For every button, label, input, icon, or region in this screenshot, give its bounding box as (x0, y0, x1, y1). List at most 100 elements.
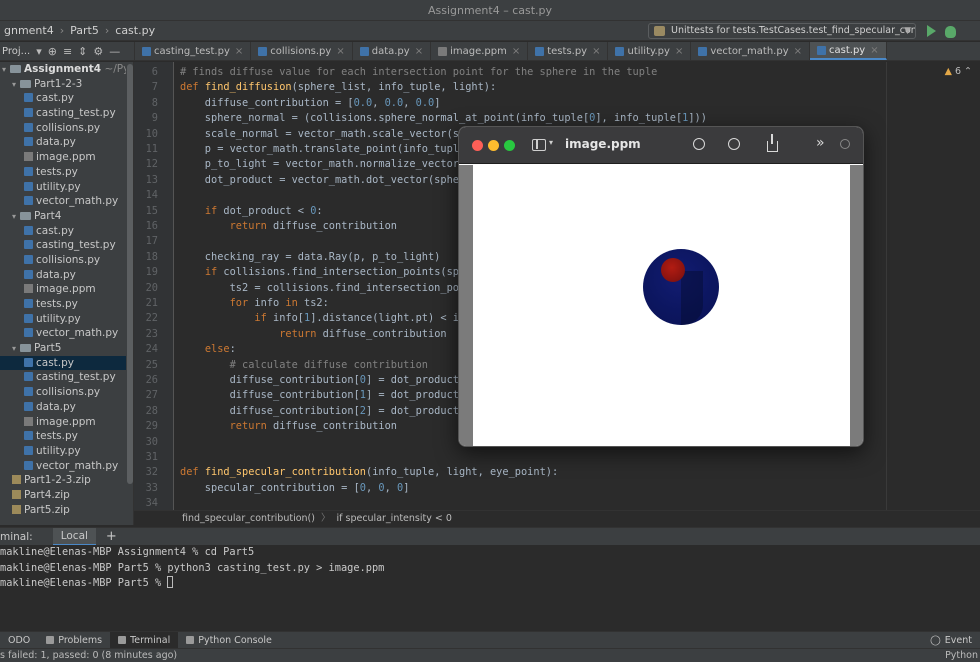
tab-image-ppm[interactable]: image.ppm × (431, 42, 529, 60)
tree-file[interactable]: data.py (0, 268, 126, 283)
tool-terminal[interactable]: Terminal (110, 631, 179, 649)
tab-tests[interactable]: tests.py × (528, 42, 609, 60)
chevron-down-icon[interactable]: ▾ (12, 78, 20, 93)
close-icon[interactable]: × (512, 46, 520, 57)
run-configuration-select[interactable]: Unittests for tests.TestCases.test_find_… (648, 23, 916, 39)
code-line[interactable]: 8 diffuse_contribution = [0.0, 0.0, 0.0] (134, 96, 980, 111)
hide-icon[interactable]: — (109, 45, 120, 58)
expand-all-icon[interactable]: ⇕ (78, 45, 87, 58)
tree-file[interactable]: Part5.zip (0, 503, 126, 518)
project-tool-header: Proj... ▾ ⊕ ≡ ⇕ ⚙ — (0, 42, 135, 60)
close-icon[interactable]: × (870, 45, 878, 56)
dropdown-arrow-icon[interactable]: ▾ (36, 45, 42, 58)
interpreter-status[interactable]: Python (945, 649, 978, 662)
tool-python-console[interactable]: Python Console (178, 635, 280, 646)
tree-file[interactable]: vector_math.py (0, 459, 126, 474)
close-icon[interactable]: × (675, 46, 683, 57)
tree-file[interactable]: casting_test.py (0, 370, 126, 385)
tree-file[interactable]: data.py (0, 400, 126, 415)
tab-vector-math[interactable]: vector_math.py × (691, 42, 811, 60)
close-icon[interactable]: × (235, 46, 243, 57)
tree-file[interactable]: Part4.zip (0, 488, 126, 503)
tab-collisions[interactable]: collisions.py × (251, 42, 353, 60)
terminal-tab-local[interactable]: Local (52, 527, 96, 546)
tree-file[interactable]: utility.py (0, 444, 126, 459)
tree-file[interactable]: collisions.py (0, 121, 126, 136)
tree-file[interactable]: cast.py (0, 224, 126, 239)
tree-folder[interactable]: ▾ Part5 (0, 341, 126, 356)
close-icon[interactable]: × (592, 46, 600, 57)
code-line[interactable]: 7 def find_diffusion(sphere_list, info_tu… (134, 80, 980, 95)
tree-file[interactable]: image.ppm (0, 150, 126, 165)
zoom-window-button[interactable] (504, 140, 515, 151)
tree-file[interactable]: tests.py (0, 429, 126, 444)
close-icon[interactable]: × (336, 46, 344, 57)
tree-folder[interactable]: ▾ Part4 (0, 209, 126, 224)
tree-file[interactable]: data.py (0, 135, 126, 150)
run-icon[interactable] (927, 25, 936, 37)
minimize-window-button[interactable] (488, 140, 499, 151)
tree-file[interactable]: Part1-2-3.zip (0, 473, 126, 488)
tree-file[interactable]: vector_math.py (0, 326, 126, 341)
tab-utility[interactable]: utility.py × (608, 42, 692, 60)
share-icon[interactable] (767, 134, 778, 152)
tree-file[interactable]: collisions.py (0, 253, 126, 268)
tree-file[interactable]: image.ppm (0, 415, 126, 430)
code-line[interactable]: 6 # finds diffuse value for each intersec… (134, 65, 980, 80)
tree-file[interactable]: cast.py (0, 355, 126, 371)
chevron-down-icon[interactable]: ▾ (12, 210, 20, 225)
tab-cast[interactable]: cast.py × (810, 42, 887, 60)
project-tree-scrollbar[interactable] (126, 62, 134, 525)
code-line[interactable]: 31 (134, 450, 980, 465)
collapse-all-icon[interactable]: ≡ (63, 45, 72, 58)
warnings-badge[interactable]: ▲ 6 ⌃ (945, 66, 972, 77)
line-number: 23 (145, 327, 158, 340)
sidebar-toggle-icon[interactable] (532, 139, 546, 151)
code-line[interactable]: 33 specular_contribution = [0, 0, 0] (134, 481, 980, 496)
tree-file[interactable]: tests.py (0, 165, 126, 180)
tree-file[interactable]: tests.py (0, 297, 126, 312)
chevron-down-icon[interactable]: ▾ (12, 342, 20, 357)
more-tools-icon[interactable]: » (816, 135, 825, 151)
zoom-in-icon[interactable] (728, 138, 740, 150)
chevron-up-icon[interactable]: ⌃ (964, 66, 972, 77)
tree-root[interactable]: ▾Assignment4 ~/Pycharm (0, 62, 126, 77)
zoom-out-icon[interactable] (693, 138, 705, 150)
breadcrumb-folder[interactable]: Part5 (66, 24, 103, 37)
gear-icon[interactable]: ⚙ (93, 45, 103, 58)
breadcrumb-function[interactable]: find_specular_contribution() (182, 513, 315, 524)
tree-file[interactable]: cast.py (0, 91, 126, 106)
add-terminal-button[interactable]: + (106, 529, 117, 544)
code-line[interactable]: 9 sphere_normal = (collisions.sphere_nor… (134, 111, 980, 126)
locate-icon[interactable]: ⊕ (48, 45, 57, 58)
close-window-button[interactable] (472, 140, 483, 151)
breadcrumb-project[interactable]: gnment4 (0, 24, 58, 37)
test-status[interactable]: s failed: 1, passed: 0 (8 minutes ago) (0, 650, 177, 661)
tool-problems[interactable]: Problems (38, 635, 110, 646)
tree-file[interactable]: image.ppm (0, 282, 126, 297)
breadcrumb-file[interactable]: cast.py (111, 24, 159, 37)
tree-file[interactable]: utility.py (0, 312, 126, 327)
tool-event-log[interactable]: ◯ Event (922, 635, 980, 646)
tree-file[interactable]: collisions.py (0, 385, 126, 400)
tab-data[interactable]: data.py × (353, 42, 432, 60)
terminal-line: makline@Elenas-MBP Assignment4 % cd Part… (0, 546, 255, 558)
tree-folder[interactable]: ▾ Part1-2-3 (0, 77, 126, 92)
project-view-label[interactable]: Proj... (2, 46, 30, 57)
code-line[interactable]: 32 def find_specular_contribution(info_tu… (134, 465, 980, 480)
breadcrumb-statement[interactable]: if specular_intensity < 0 (336, 513, 451, 524)
tool-todo[interactable]: ODO (0, 635, 38, 646)
terminal-output[interactable]: makline@Elenas-MBP Assignment4 % cd Part… (0, 545, 980, 631)
tree-file[interactable]: casting_test.py (0, 238, 126, 253)
chevron-down-icon[interactable]: ▾ (549, 138, 553, 147)
warning-icon: ▲ (944, 66, 952, 77)
tree-file[interactable]: utility.py (0, 180, 126, 195)
close-icon[interactable]: × (794, 46, 802, 57)
code-line[interactable]: 34 (134, 496, 980, 510)
search-icon[interactable] (840, 139, 850, 149)
tree-file[interactable]: vector_math.py (0, 194, 126, 209)
debug-icon[interactable] (945, 26, 956, 38)
tree-file[interactable]: casting_test.py (0, 106, 126, 121)
close-icon[interactable]: × (415, 46, 423, 57)
tab-casting-test[interactable]: casting_test.py × (135, 42, 252, 60)
